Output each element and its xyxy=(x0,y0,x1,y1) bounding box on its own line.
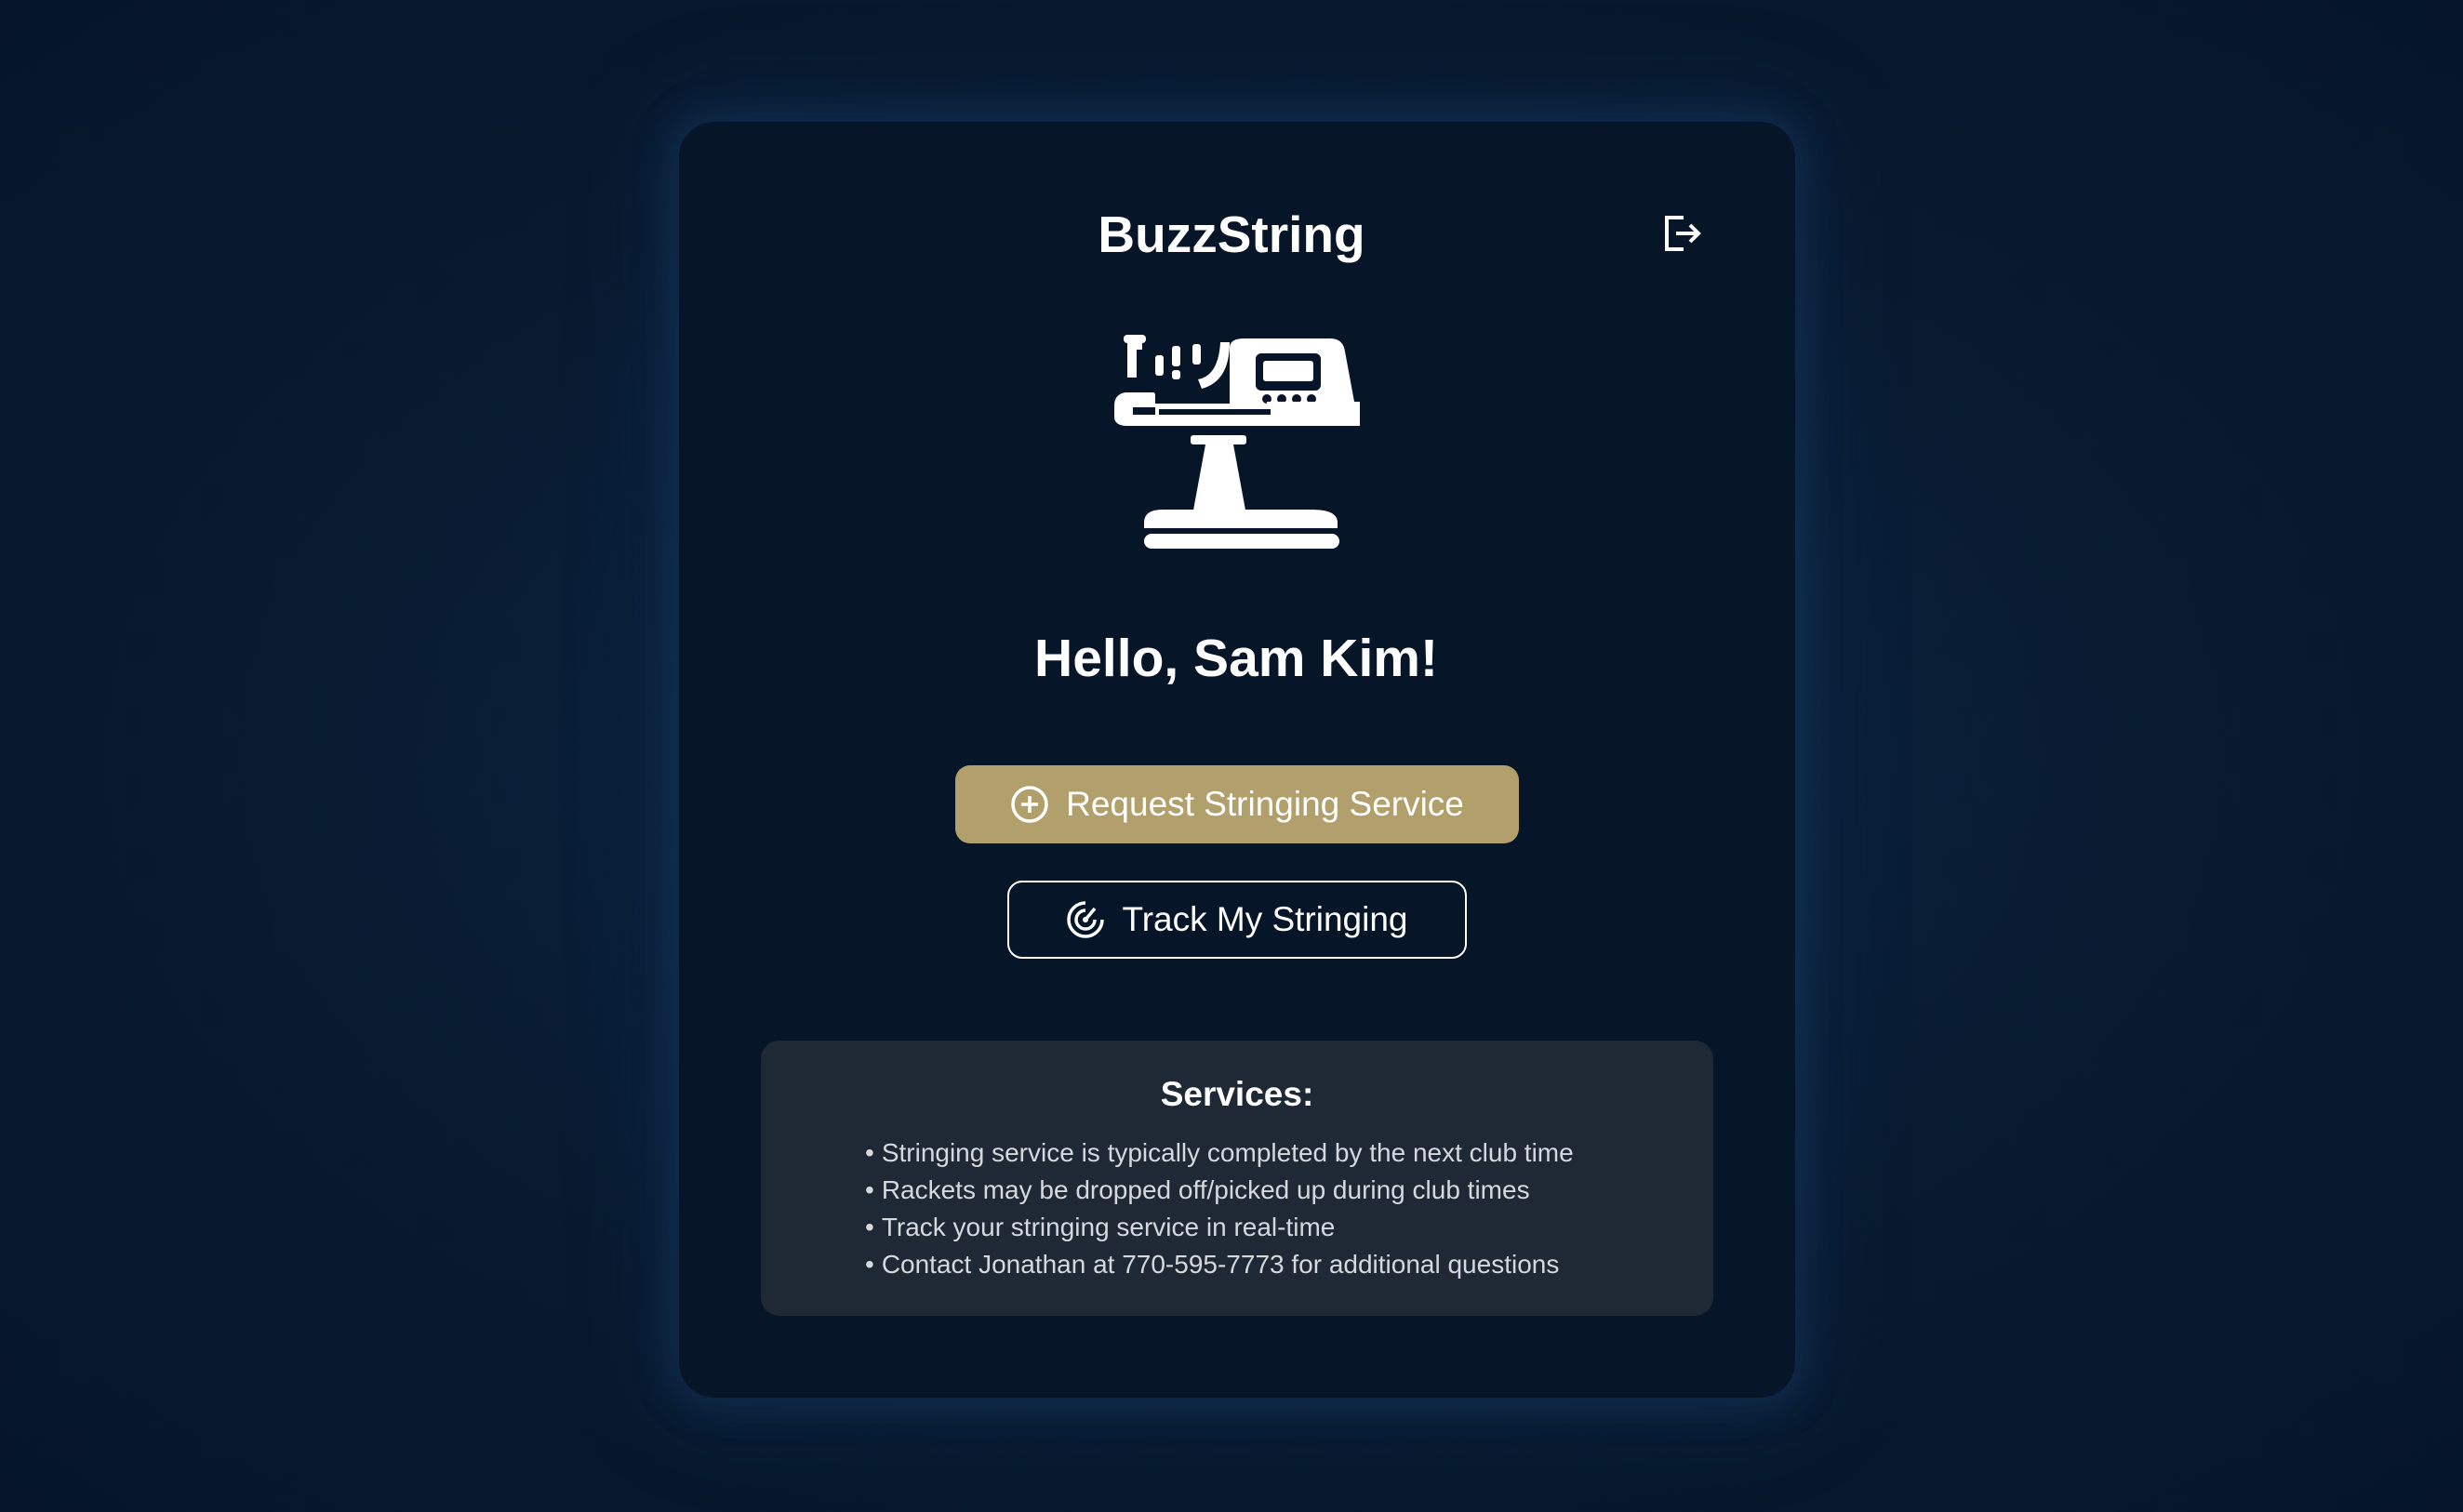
list-item: Contact Jonathan at 770-595-7773 for add… xyxy=(865,1246,1574,1283)
plus-circle-icon xyxy=(1011,786,1048,823)
app-title: BuzzString xyxy=(1098,206,1365,263)
services-list: Stringing service is typically completed… xyxy=(865,1134,1574,1283)
track-stringing-label: Track My Stringing xyxy=(1122,900,1408,938)
list-item: Rackets may be dropped off/picked up dur… xyxy=(865,1172,1574,1209)
request-stringing-label: Request Stringing Service xyxy=(1066,785,1464,823)
services-title: Services: xyxy=(1160,1075,1314,1113)
list-item: Stringing service is typically completed… xyxy=(865,1134,1574,1172)
services-panel: Services: Stringing service is typically… xyxy=(761,1041,1713,1316)
track-stringing-button[interactable]: Track My Stringing xyxy=(1007,881,1467,959)
greeting: Hello, Sam Kim! xyxy=(1034,629,1438,688)
logout-icon xyxy=(1665,216,1701,251)
radar-icon xyxy=(1067,901,1105,938)
logout-button[interactable] xyxy=(1661,212,1704,255)
request-stringing-button[interactable]: Request Stringing Service xyxy=(955,765,1519,843)
stringing-machine-icon xyxy=(1114,335,1360,549)
list-item: Track your stringing service in real-tim… xyxy=(865,1209,1574,1246)
